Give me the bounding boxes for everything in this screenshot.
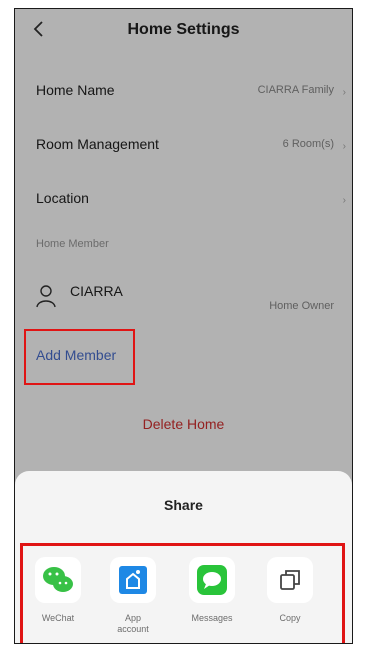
share-sheet: Share WeChat App account Messages Copy bbox=[15, 471, 352, 643]
share-options-highlight bbox=[20, 543, 345, 643]
share-title: Share bbox=[164, 497, 203, 513]
phone-frame: Home Settings Home Name CIARRA Family › … bbox=[14, 8, 353, 644]
add-member-highlight bbox=[24, 329, 135, 385]
